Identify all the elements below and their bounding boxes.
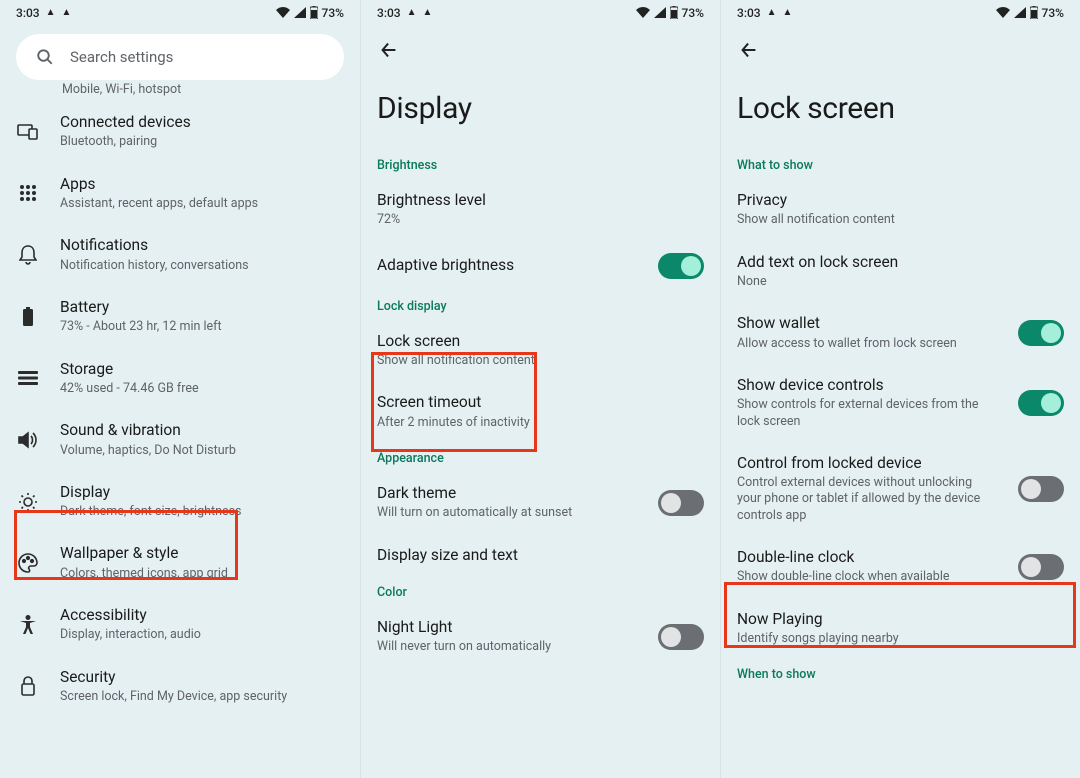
- item-double-line-clock[interactable]: Double-line clockShow double-line clock …: [721, 536, 1080, 598]
- app-icon: ▲: [767, 7, 777, 18]
- item-adaptive-brightness[interactable]: Adaptive brightness: [361, 241, 720, 291]
- item-display[interactable]: DisplayDark theme, font size, brightness: [0, 471, 360, 533]
- battery-icon: [1030, 6, 1038, 19]
- status-bar: 3:03▲▲ 73%: [361, 0, 720, 22]
- toggle-dark-theme[interactable]: [658, 490, 704, 516]
- signal-icon: [654, 7, 666, 18]
- section-when-to-show: When to show: [721, 659, 1080, 688]
- app-icon: ▲: [46, 7, 56, 18]
- palette-icon: [16, 553, 40, 573]
- item-accessibility[interactable]: AccessibilityDisplay, interaction, audio: [0, 594, 360, 656]
- toggle-wallet[interactable]: [1018, 320, 1064, 346]
- page-title: Display: [361, 73, 720, 150]
- item-notifications[interactable]: NotificationsNotification history, conve…: [0, 224, 360, 286]
- app-icon: ▲: [783, 7, 793, 18]
- signal-icon: [1014, 7, 1026, 18]
- back-button[interactable]: [377, 38, 401, 62]
- item-dark-theme[interactable]: Dark themeWill turn on automatically at …: [361, 472, 720, 534]
- lock-icon: [16, 676, 40, 696]
- section-lock-display: Lock display: [361, 291, 720, 320]
- wifi-icon: [996, 7, 1010, 18]
- battery-icon: [16, 307, 40, 327]
- item-sound[interactable]: Sound & vibrationVolume, haptics, Do Not…: [0, 409, 360, 471]
- search-settings[interactable]: Search settings: [16, 34, 344, 80]
- bell-icon: [16, 245, 40, 265]
- app-icon: ▲: [407, 7, 417, 18]
- battery-icon: [670, 6, 678, 19]
- item-control-locked[interactable]: Control from locked deviceControl extern…: [721, 442, 1080, 536]
- status-time: 3:03: [16, 6, 40, 20]
- sound-icon: [16, 431, 40, 449]
- item-brightness-level[interactable]: Brightness level72%: [361, 179, 720, 241]
- toggle-device-controls[interactable]: [1018, 390, 1064, 416]
- back-button[interactable]: [737, 38, 761, 62]
- section-appearance: Appearance: [361, 443, 720, 472]
- section-what-to-show: What to show: [721, 150, 1080, 179]
- item-privacy[interactable]: PrivacyShow all notification content: [721, 179, 1080, 241]
- item-device-controls[interactable]: Show device controlsShow controls for ex…: [721, 364, 1080, 442]
- signal-icon: [294, 7, 306, 18]
- search-placeholder: Search settings: [70, 48, 173, 66]
- item-connected-devices[interactable]: Connected devicesBluetooth, pairing: [0, 101, 360, 163]
- panel-display: 3:03▲▲ 73% Display Brightness Brightness…: [360, 0, 720, 778]
- brightness-icon: [16, 492, 40, 512]
- toggle-control-locked[interactable]: [1018, 476, 1064, 502]
- item-lock-screen[interactable]: Lock screenShow all notification content: [361, 320, 720, 382]
- item-show-wallet[interactable]: Show walletAllow access to wallet from l…: [721, 302, 1080, 364]
- wifi-icon: [276, 7, 290, 18]
- wifi-icon: [636, 7, 650, 18]
- page-title: Lock screen: [721, 73, 1080, 150]
- devices-icon: [16, 124, 40, 140]
- app-icon: ▲: [423, 7, 433, 18]
- toggle-adaptive[interactable]: [658, 253, 704, 279]
- toggle-night-light[interactable]: [658, 624, 704, 650]
- accessibility-icon: [16, 615, 40, 635]
- item-screen-timeout[interactable]: Screen timeoutAfter 2 minutes of inactiv…: [361, 381, 720, 443]
- panel-settings: 3:03 ▲ ▲ 73% Search settings Mobile, Wi-…: [0, 0, 360, 778]
- item-wallpaper[interactable]: Wallpaper & styleColors, themed icons, a…: [0, 532, 360, 594]
- item-battery[interactable]: Battery73% - About 23 hr, 12 min left: [0, 286, 360, 348]
- toggle-double-line[interactable]: [1018, 554, 1064, 580]
- status-bar: 3:03 ▲ ▲ 73%: [0, 0, 360, 22]
- network-sub-cut: Mobile, Wi-Fi, hotspot: [0, 82, 360, 97]
- status-bar: 3:03▲▲ 73%: [721, 0, 1080, 22]
- item-security[interactable]: SecurityScreen lock, Find My Device, app…: [0, 656, 360, 718]
- app-icon: ▲: [62, 7, 72, 18]
- item-add-text[interactable]: Add text on lock screenNone: [721, 241, 1080, 303]
- item-display-size[interactable]: Display size and text: [361, 534, 720, 577]
- apps-icon: [16, 184, 40, 202]
- battery-pct: 73%: [322, 6, 344, 20]
- section-brightness: Brightness: [361, 150, 720, 179]
- item-now-playing[interactable]: Now PlayingIdentify songs playing nearby: [721, 598, 1080, 660]
- item-apps[interactable]: AppsAssistant, recent apps, default apps: [0, 163, 360, 225]
- search-icon: [36, 48, 54, 66]
- panel-lockscreen: 3:03▲▲ 73% Lock screen What to show Priv…: [720, 0, 1080, 778]
- item-storage[interactable]: Storage42% used - 74.46 GB free: [0, 348, 360, 410]
- storage-icon: [16, 371, 40, 385]
- item-night-light[interactable]: Night LightWill never turn on automatica…: [361, 606, 720, 668]
- section-color: Color: [361, 577, 720, 606]
- battery-icon: [310, 6, 318, 19]
